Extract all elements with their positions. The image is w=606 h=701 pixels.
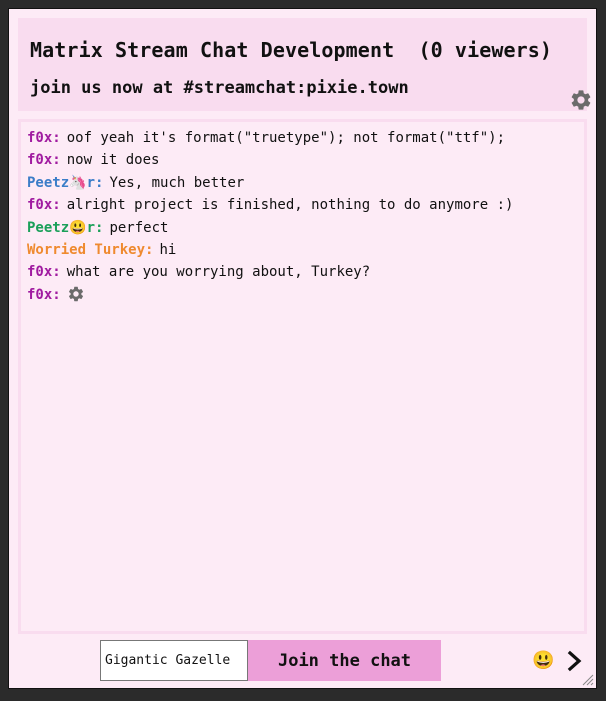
message-author: Worried Turkey:: [27, 241, 154, 258]
name-input[interactable]: [100, 640, 248, 681]
message-text: oof yeah it's format("truetype"); not fo…: [66, 130, 506, 146]
emoji-button[interactable]: 😃: [532, 650, 554, 672]
chat-message: Peetz🦄r: Yes, much better: [21, 172, 584, 194]
message-author: f0x:: [27, 152, 61, 169]
message-author: f0x:: [27, 130, 61, 146]
gear-icon[interactable]: [569, 88, 593, 112]
message-text: alright project is finished, nothing to …: [66, 197, 514, 214]
chat-message: f0x: what are you worrying about, Turkey?: [21, 261, 584, 283]
chat-header: Matrix Stream Chat Development (0 viewer…: [18, 18, 591, 111]
message-author: Peetz😃r:: [27, 219, 104, 236]
chat-message: Worried Turkey: hi: [21, 239, 584, 261]
message-text: hi: [159, 241, 177, 258]
join-chat-button[interactable]: Join the chat: [248, 640, 441, 681]
chat-message: f0x: alright project is finished, nothing…: [21, 194, 584, 216]
chat-window: Matrix Stream Chat Development (0 viewer…: [8, 8, 597, 689]
page-title: Matrix Stream Chat Development (0 viewer…: [30, 38, 553, 62]
chevron-right-icon[interactable]: [566, 650, 584, 672]
message-text: perfect: [109, 219, 169, 236]
chat-message: f0x: now it does: [21, 149, 584, 171]
room-subtitle: join us now at #streamchat:pixie.town: [30, 78, 409, 98]
message-text: Yes, much better: [109, 174, 245, 191]
message-author: f0x:: [27, 197, 61, 214]
message-text: what are you worrying about, Turkey?: [66, 264, 371, 281]
resize-grip-icon[interactable]: [582, 674, 594, 686]
message-author: f0x:: [27, 286, 61, 303]
chat-message: f0x: oof yeah it's format("truetype"); no…: [21, 127, 584, 149]
chat-message: Peetz😃r: perfect: [21, 217, 584, 239]
message-author: f0x:: [27, 264, 61, 281]
chat-log: f0x: oof yeah it's format("truetype"); no…: [18, 119, 587, 634]
message-author: Peetz🦄r:: [27, 174, 104, 191]
chat-message: f0x:: [21, 284, 584, 306]
gear-icon: [68, 286, 83, 301]
chat-footer: Join the chat 😃: [18, 634, 587, 689]
message-text: now it does: [66, 152, 160, 169]
